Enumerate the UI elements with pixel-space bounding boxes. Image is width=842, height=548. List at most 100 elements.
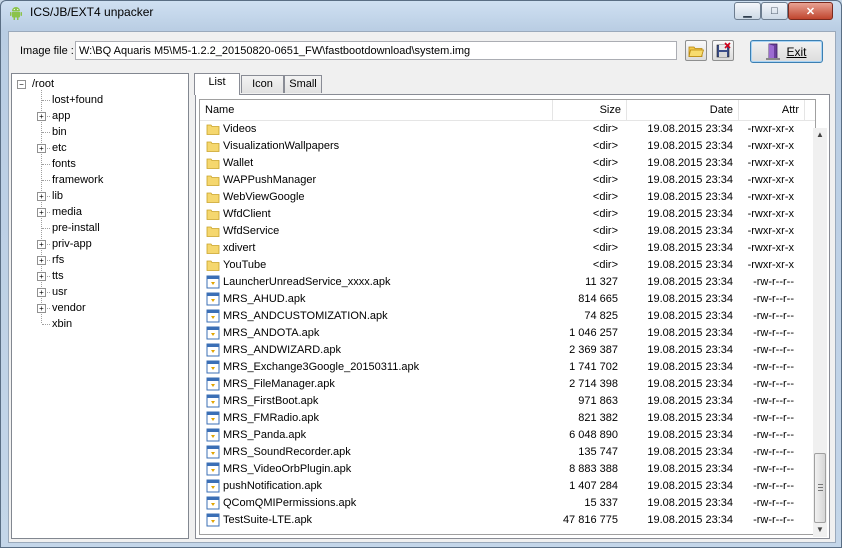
apk-file-icon	[206, 411, 220, 425]
list-item-attr: -rw-r--r--	[753, 361, 794, 373]
list-item[interactable]: WfdClient <dir> 19.08.2015 23:34 -rwxr-xr-x	[200, 206, 815, 223]
list-item-name: MRS_ANDCUSTOMIZATION.apk	[223, 310, 388, 322]
exit-button[interactable]: Exit	[750, 40, 823, 63]
tab-small[interactable]: Small	[284, 75, 322, 93]
expand-icon[interactable]: +	[37, 112, 46, 121]
apk-file-icon	[206, 292, 220, 306]
list-item-attr: -rw-r--r--	[753, 310, 794, 322]
maximize-button[interactable]: □	[761, 2, 788, 20]
expand-icon[interactable]: +	[37, 304, 46, 313]
list-scrollbar[interactable]: ▲ ▼	[813, 128, 827, 537]
folder-icon	[206, 124, 220, 135]
tree-node-label: tts	[52, 270, 64, 282]
apk-file-icon	[206, 496, 220, 510]
list-item-size: <dir>	[592, 191, 618, 203]
list-item-name: MRS_SoundRecorder.apk	[223, 446, 351, 458]
list-item[interactable]: MRS_AHUD.apk 814 665 19.08.2015 23:34 -rw-r…	[200, 291, 815, 308]
folder-icon	[206, 141, 220, 152]
list-item-size: 2 369 387	[569, 344, 618, 356]
expand-icon[interactable]: +	[37, 208, 46, 217]
list-item-attr: -rw-r--r--	[753, 327, 794, 339]
tree-node-label: bin	[52, 126, 67, 138]
list-item-size: <dir>	[592, 123, 618, 135]
list-item[interactable]: Wallet <dir> 19.08.2015 23:34 -rwxr-xr-x	[200, 155, 815, 172]
list-item-attr: -rw-r--r--	[753, 497, 794, 509]
list-item-size: 821 382	[578, 412, 618, 424]
tab-icon[interactable]: Icon	[241, 75, 284, 93]
list-item[interactable]: YouTube <dir> 19.08.2015 23:34 -rwxr-xr-x	[200, 257, 815, 274]
tree-node-label: /root	[32, 78, 55, 90]
tab-list[interactable]: List	[194, 73, 240, 95]
list-item[interactable]: MRS_Panda.apk 6 048 890 19.08.2015 23:34 -r…	[200, 427, 815, 444]
list-item-size: 971 863	[578, 395, 618, 407]
list-item-attr: -rwxr-xr-x	[747, 140, 794, 152]
list-item-size: <dir>	[592, 174, 618, 186]
file-list[interactable]: Name Size Date Attr Videos <dir> 19.08.201…	[199, 99, 816, 535]
open-file-button[interactable]	[685, 40, 707, 61]
list-item[interactable]: MRS_FileManager.apk 2 714 398 19.08.2015 2…	[200, 376, 815, 393]
apk-file-icon	[206, 326, 220, 340]
column-header-attr[interactable]: Attr	[739, 100, 805, 120]
folder-tree[interactable]: −/root lost+found + app bin + etc fonts framewor…	[11, 73, 189, 539]
folder-icon	[206, 158, 220, 169]
scroll-up-arrow-icon[interactable]: ▲	[813, 128, 827, 142]
list-item[interactable]: TestSuite-LTE.apk 47 816 775 19.08.2015 23…	[200, 512, 815, 529]
scroll-thumb[interactable]	[814, 453, 826, 523]
list-item-name: MRS_FirstBoot.apk	[223, 395, 319, 407]
list-item[interactable]: WfdService <dir> 19.08.2015 23:34 -rwxr-xr-…	[200, 223, 815, 240]
list-item[interactable]: WebViewGoogle <dir> 19.08.2015 23:34 -rwxr-…	[200, 189, 815, 206]
android-icon	[10, 7, 22, 20]
list-item[interactable]: MRS_VideoOrbPlugin.apk 8 883 388 19.08.201…	[200, 461, 815, 478]
list-item[interactable]: VisualizationWallpapers <dir> 19.08.2015 2…	[200, 138, 815, 155]
tree-node-label: lost+found	[52, 94, 104, 106]
expand-icon[interactable]: +	[37, 192, 46, 201]
image-path-input[interactable]	[75, 41, 677, 60]
list-item[interactable]: MRS_ANDCUSTOMIZATION.apk 74 825 19.08.2015…	[200, 308, 815, 325]
list-item-attr: -rwxr-xr-x	[747, 242, 794, 254]
extract-button[interactable]	[712, 40, 734, 61]
list-item[interactable]: MRS_FirstBoot.apk 971 863 19.08.2015 23:34…	[200, 393, 815, 410]
column-header-name[interactable]: Name	[200, 100, 553, 120]
folder-icon	[206, 175, 220, 186]
list-item[interactable]: WAPPushManager <dir> 19.08.2015 23:34 -rwxr…	[200, 172, 815, 189]
list-item[interactable]: pushNotification.apk 1 407 284 19.08.2015 …	[200, 478, 815, 495]
list-item[interactable]: xdivert <dir> 19.08.2015 23:34 -rwxr-xr-x	[200, 240, 815, 257]
list-item-attr: -rw-r--r--	[753, 344, 794, 356]
list-item-size: 814 665	[578, 293, 618, 305]
collapse-icon[interactable]: −	[17, 80, 26, 89]
expand-icon[interactable]: +	[37, 288, 46, 297]
apk-file-icon	[206, 428, 220, 442]
window-title: ICS/JB/EXT4 unpacker	[30, 5, 154, 19]
list-item-attr: -rw-r--r--	[753, 276, 794, 288]
column-header-size[interactable]: Size	[553, 100, 627, 120]
list-item-size: 2 714 398	[569, 378, 618, 390]
list-item-name: MRS_VideoOrbPlugin.apk	[223, 463, 352, 475]
expand-icon[interactable]: +	[37, 272, 46, 281]
list-item-size: 135 747	[578, 446, 618, 458]
folder-icon	[206, 226, 220, 237]
scroll-down-arrow-icon[interactable]: ▼	[813, 523, 827, 537]
tree-node-label: usr	[52, 286, 68, 298]
list-item[interactable]: MRS_SoundRecorder.apk 135 747 19.08.2015 2…	[200, 444, 815, 461]
expand-icon[interactable]: +	[37, 256, 46, 265]
folder-icon	[206, 209, 220, 220]
minimize-button[interactable]: ▁	[734, 2, 761, 20]
list-item[interactable]: MRS_Exchange3Google_20150311.apk 1 741 70…	[200, 359, 815, 376]
title-bar[interactable]: ICS/JB/EXT4 unpacker ▁ □ ✕	[1, 1, 841, 25]
list-item-attr: -rwxr-xr-x	[747, 157, 794, 169]
list-item-name: LauncherUnreadService_xxxx.apk	[223, 276, 391, 288]
list-item[interactable]: MRS_ANDWIZARD.apk 2 369 387 19.08.2015 23:…	[200, 342, 815, 359]
list-item-size: <dir>	[592, 140, 618, 152]
list-item[interactable]: LauncherUnreadService_xxxx.apk 11 327 19.0…	[200, 274, 815, 291]
close-button[interactable]: ✕	[788, 2, 833, 20]
expand-icon[interactable]: +	[37, 240, 46, 249]
expand-icon[interactable]: +	[37, 144, 46, 153]
list-item[interactable]: MRS_FMRadio.apk 821 382 19.08.2015 23:34 -r…	[200, 410, 815, 427]
list-item[interactable]: MRS_ANDOTA.apk 1 046 257 19.08.2015 23:34-…	[200, 325, 815, 342]
list-item[interactable]: Videos <dir> 19.08.2015 23:34 -rwxr-xr-x	[200, 121, 815, 138]
tree-node-label: pre-install	[52, 222, 100, 234]
list-item[interactable]: QComQMIPermissions.apk 15 337 19.08.2015 2…	[200, 495, 815, 512]
close-icon: ✕	[805, 5, 816, 18]
apk-file-icon	[206, 445, 220, 459]
column-header-date[interactable]: Date	[627, 100, 739, 120]
